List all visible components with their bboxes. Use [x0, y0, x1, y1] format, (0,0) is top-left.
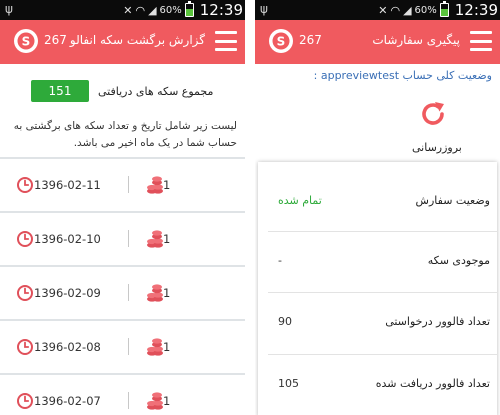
total-coins-label: مجموع سکه های دریافتی — [98, 85, 214, 98]
info-row-requested-followers: تعداد فالوور درخواستی 90 — [268, 292, 498, 352]
divider — [128, 284, 129, 301]
coin-return-list: 1396-02-11 1 1396-02-10 1 1396-02-09 1 1396-02… — [0, 157, 245, 415]
list-item-date: 1396-02-08 — [34, 340, 101, 354]
coins-icon — [147, 176, 163, 194]
coins-icon — [147, 338, 163, 356]
info-row-coin-balance: موجودی سکه - — [268, 231, 498, 291]
list-item-coins: 1 — [163, 178, 171, 192]
battery-percent: 60% — [159, 4, 182, 16]
menu-icon[interactable] — [470, 31, 492, 51]
list-item: 1396-02-11 1 — [0, 157, 245, 211]
total-coins-row: 151 مجموع سکه های دریافتی — [0, 80, 245, 104]
battery-icon — [184, 1, 194, 17]
coins-icon — [147, 392, 163, 410]
info-label: تعداد فالوور دریافت شده — [375, 377, 490, 390]
list-item-date: 1396-02-11 — [34, 178, 101, 192]
list-item: 1396-02-09 1 — [0, 265, 245, 319]
list-item-date: 1396-02-10 — [34, 232, 101, 246]
refresh-button[interactable]: بروزرسانی — [412, 141, 462, 154]
status-icons: ✕ ◠ ◢ 60% 12:39 — [378, 0, 500, 20]
divider — [128, 392, 129, 409]
info-value: - — [278, 254, 282, 267]
list-item-coins: 1 — [163, 286, 171, 300]
clock-time: 12:39 — [199, 1, 243, 19]
list-item: 1396-02-10 1 — [0, 211, 245, 265]
info-label: موجودی سکه — [427, 254, 490, 267]
total-coins-badge: 151 — [31, 80, 89, 102]
coins-icon — [147, 230, 163, 248]
list-item-date: 1396-02-09 — [34, 286, 101, 300]
mute-icon: ✕ — [378, 3, 388, 17]
clock-icon — [17, 285, 33, 301]
menu-icon[interactable] — [215, 31, 237, 51]
clock-icon — [17, 231, 33, 247]
left-screen: ψ ✕ ◠ ◢ 60% 12:39 S 267 گزارش برگشت سکه … — [0, 0, 245, 415]
info-label: تعداد فالوور درخواستی — [385, 315, 490, 328]
clock-icon — [17, 339, 33, 355]
list-item: 1396-02-08 1 — [0, 319, 245, 373]
divider — [128, 230, 129, 247]
page-title: پیگیری سفارشات — [372, 33, 460, 47]
list-item-coins: 1 — [163, 340, 171, 354]
list-item-coins: 1 — [163, 394, 171, 408]
clock-icon — [17, 393, 33, 409]
coin-icon[interactable]: S — [268, 28, 294, 54]
svg-text:S: S — [22, 35, 31, 49]
right-screen: ψ ✕ ◠ ◢ 60% 12:39 S 267 پیگیری سفارشات و… — [255, 0, 500, 415]
no-signal-icon: ◢ — [403, 3, 412, 17]
usb-icon: ψ — [260, 2, 268, 16]
info-value: 90 — [278, 315, 292, 328]
info-value: 105 — [278, 377, 299, 390]
coin-count: 267 — [299, 33, 322, 47]
battery-percent: 60% — [414, 4, 437, 16]
wifi-icon: ◠ — [135, 3, 146, 17]
list-item-date: 1396-02-07 — [34, 394, 101, 408]
divider — [128, 176, 129, 193]
svg-text:S: S — [277, 35, 286, 49]
status-icons: ✕ ◠ ◢ 60% 12:39 — [123, 0, 245, 20]
info-label: وضعیت سفارش — [415, 194, 490, 207]
order-status-card: وضعیت سفارش تمام شده موجودی سکه - تعداد … — [258, 162, 498, 415]
page-title: گزارش برگشت سکه انفالو — [69, 33, 205, 47]
no-signal-icon: ◢ — [148, 3, 157, 17]
clock-time: 12:39 — [454, 1, 498, 19]
info-row-order-status: وضعیت سفارش تمام شده — [268, 162, 498, 222]
status-bar: ψ ✕ ◠ ◢ 60% 12:39 — [0, 0, 245, 20]
divider — [128, 338, 129, 355]
app-bar: S 267 پیگیری سفارشات — [255, 20, 500, 64]
usb-icon: ψ — [5, 2, 13, 16]
list-description: لیست زیر شامل تاریخ و تعداد سکه های برگش… — [13, 120, 237, 149]
battery-icon — [439, 1, 449, 17]
screen-divider — [245, 0, 255, 415]
coin-count: 267 — [44, 33, 67, 47]
coin-icon[interactable]: S — [13, 28, 39, 54]
info-value: تمام شده — [278, 194, 322, 207]
coins-icon — [147, 284, 163, 302]
refresh-icon[interactable] — [418, 99, 448, 129]
account-status-heading: وضعیت کلی حساب appreviewtest : — [313, 69, 492, 82]
mute-icon: ✕ — [123, 3, 133, 17]
list-item: 1396-02-07 1 — [0, 373, 245, 415]
wifi-icon: ◠ — [390, 3, 401, 17]
list-item-coins: 1 — [163, 232, 171, 246]
clock-icon — [17, 177, 33, 193]
info-row-received-followers: تعداد فالوور دریافت شده 105 — [268, 354, 498, 414]
status-bar: ψ ✕ ◠ ◢ 60% 12:39 — [255, 0, 500, 20]
app-bar: S 267 گزارش برگشت سکه انفالو — [0, 20, 245, 64]
